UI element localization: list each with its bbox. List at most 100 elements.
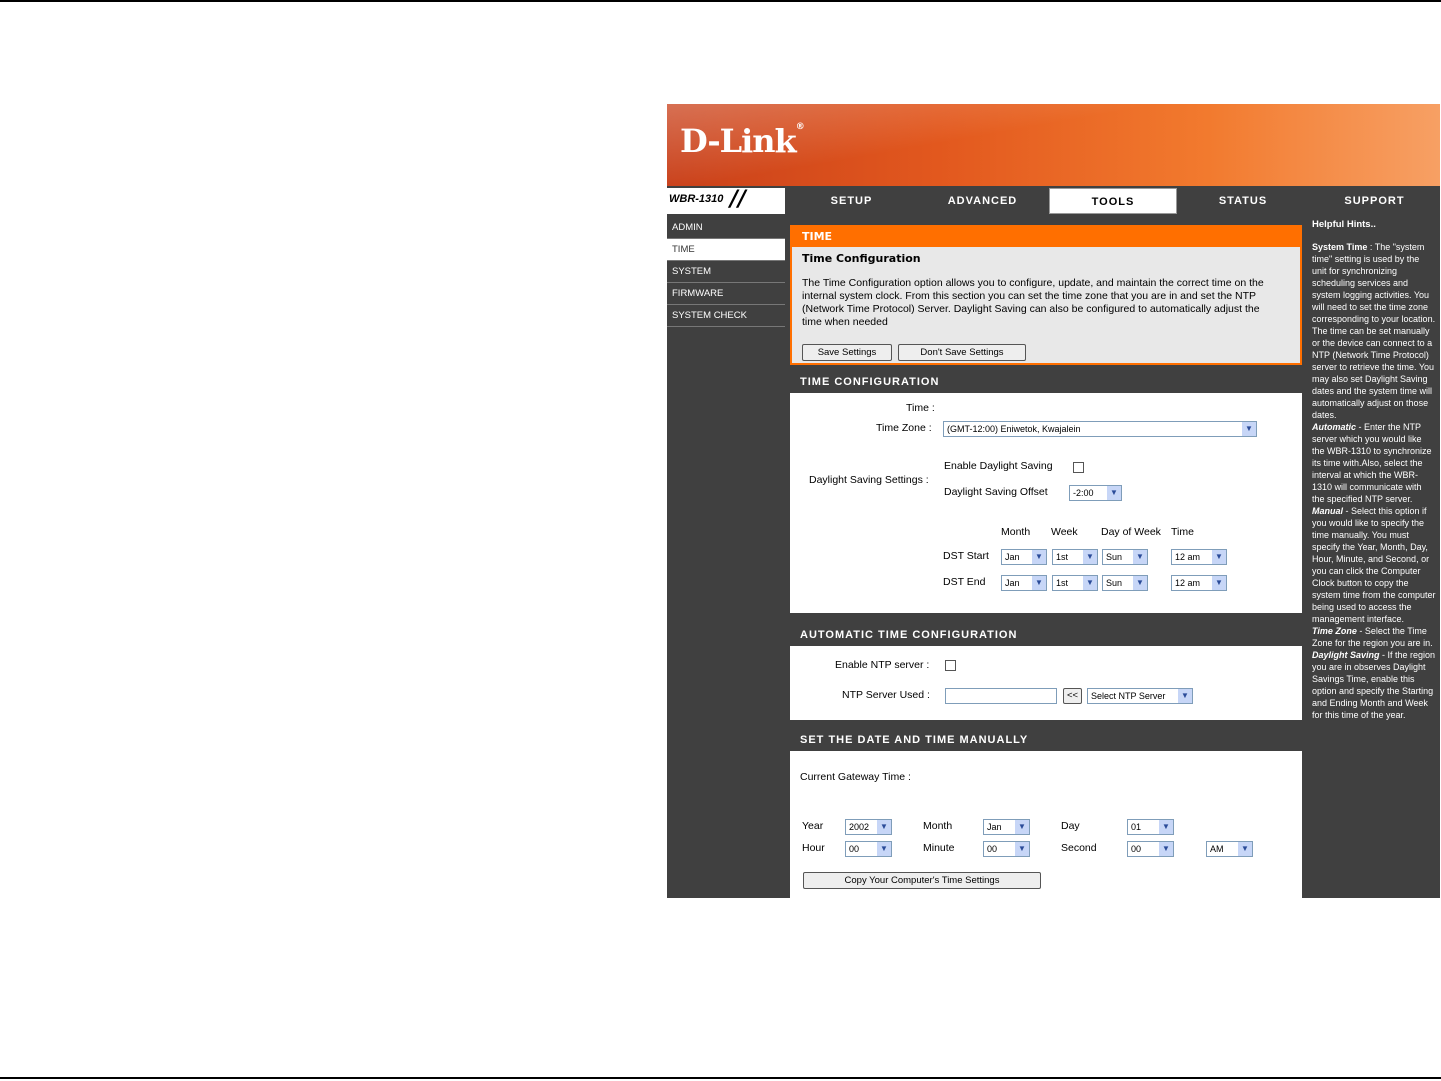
dst-start-week-select[interactable]: 1st ▼ [1052, 549, 1098, 565]
chevron-down-icon: ▼ [1107, 486, 1121, 500]
top-rule [0, 0, 1441, 2]
hint-dst-body: - If the region you are in observes Dayl… [1312, 650, 1436, 720]
dst-start-dow-select[interactable]: Sun ▼ [1102, 549, 1148, 565]
hint-automatic-head: Automatic [1312, 422, 1357, 432]
dont-save-settings-button[interactable]: Don't Save Settings [898, 344, 1026, 361]
chevron-down-icon: ▼ [1159, 820, 1173, 834]
dst-end-dow-select[interactable]: Sun ▼ [1102, 575, 1148, 591]
hint-system-time-body: : The "system time" setting is used by t… [1312, 242, 1436, 420]
hints-title: Helpful Hints.. [1312, 219, 1376, 230]
gateway-time-label: Current Gateway Time : [800, 771, 911, 783]
month-label: Month [923, 820, 953, 832]
dst-start-month-select[interactable]: Jan ▼ [1001, 549, 1047, 565]
chevron-down-icon: ▼ [1015, 820, 1029, 834]
bottom-rule [0, 1077, 1441, 1079]
chevron-down-icon: ▼ [1133, 576, 1147, 590]
select-value: 12 am [1175, 552, 1201, 562]
tab-setup[interactable]: SETUP [787, 188, 916, 214]
chevron-down-icon: ▼ [1238, 842, 1252, 856]
chevron-down-icon: ▼ [1032, 550, 1046, 564]
select-value: Jan [987, 822, 1002, 832]
intro-subtitle: Time Configuration [802, 252, 921, 265]
chevron-down-icon: ▼ [1032, 576, 1046, 590]
select-value: 1st [1056, 578, 1069, 588]
select-value: 00 [849, 844, 860, 854]
select-value: 00 [1131, 844, 1142, 854]
sidebar-item-firmware[interactable]: FIRMWARE [667, 283, 785, 305]
enable-ntp-label: Enable NTP server : [835, 659, 930, 671]
chevron-down-icon: ▼ [1015, 842, 1029, 856]
select-value: AM [1210, 844, 1224, 854]
year-select[interactable]: 2002 ▼ [845, 819, 892, 835]
model-badge: WBR-1310 // [667, 187, 785, 214]
select-value: 2002 [849, 822, 870, 832]
hint-automatic-body: - Enter the NTP server which you would l… [1312, 422, 1432, 504]
sidebar-item-system[interactable]: SYSTEM [667, 261, 785, 283]
dst-end-week-select[interactable]: 1st ▼ [1052, 575, 1098, 591]
dst-start-time-select[interactable]: 12 am ▼ [1171, 549, 1227, 565]
select-value: Jan [1005, 552, 1020, 562]
day-label: Day [1061, 820, 1080, 832]
hint-timezone-head: Time Zone [1312, 626, 1357, 636]
enable-ntp-checkbox[interactable] [945, 660, 956, 671]
dst-end-month-select[interactable]: Jan ▼ [1001, 575, 1047, 591]
time-zone-select[interactable]: (GMT-12:00) Eniwetok, Kwajalein ▼ [943, 421, 1257, 437]
manual-time-header: SET THE DATE AND TIME MANUALLY [790, 729, 1302, 751]
select-value: Sun [1106, 552, 1123, 562]
dst-end-time-select[interactable]: 12 am ▼ [1171, 575, 1227, 591]
time-config-panel: TIME CONFIGURATION Time : Time Zone : (G… [790, 371, 1302, 613]
auto-time-panel: AUTOMATIC TIME CONFIGURATION Enable NTP … [790, 624, 1302, 720]
chevron-down-icon: ▼ [1083, 576, 1097, 590]
chevron-down-icon: ▼ [1178, 689, 1192, 703]
time-zone-value: (GMT-12:00) Eniwetok, Kwajalein [947, 424, 1081, 434]
sidebar: ADMIN TIME SYSTEM FIRMWARE SYSTEM CHECK [667, 217, 785, 327]
manual-time-panel: SET THE DATE AND TIME MANUALLY Current G… [790, 729, 1302, 898]
dst-offset-select[interactable]: -2:00 ▼ [1069, 485, 1122, 501]
sidebar-item-system-check[interactable]: SYSTEM CHECK [667, 305, 785, 327]
chevron-down-icon: ▼ [1083, 550, 1097, 564]
tab-advanced[interactable]: ADVANCED [918, 188, 1047, 214]
ntp-server-input[interactable] [945, 688, 1057, 704]
enable-dst-checkbox[interactable] [1073, 462, 1084, 473]
select-ntp-server[interactable]: Select NTP Server ▼ [1087, 688, 1193, 704]
time-label: Time : [906, 402, 935, 414]
select-value: 00 [987, 844, 998, 854]
copy-computer-time-button[interactable]: Copy Your Computer's Time Settings [803, 872, 1041, 889]
select-value: Jan [1005, 578, 1020, 588]
chevron-down-icon: ▼ [1159, 842, 1173, 856]
col-month-label: Month [1001, 526, 1031, 538]
sidebar-item-time[interactable]: TIME [667, 239, 785, 261]
auto-time-header: AUTOMATIC TIME CONFIGURATION [790, 624, 1302, 646]
dst-offset-label: Daylight Saving Offset [944, 486, 1048, 498]
day-select[interactable]: 01 ▼ [1127, 819, 1174, 835]
tab-tools[interactable]: TOOLS [1049, 188, 1177, 214]
model-name: WBR-1310 [669, 193, 724, 205]
tab-status[interactable]: STATUS [1179, 188, 1307, 214]
second-select[interactable]: 00 ▼ [1127, 841, 1174, 857]
ampm-select[interactable]: AM ▼ [1206, 841, 1253, 857]
time-config-header: TIME CONFIGURATION [790, 371, 1302, 393]
select-value: Select NTP Server [1091, 691, 1166, 701]
chevron-down-icon: ▼ [1212, 550, 1226, 564]
save-settings-button[interactable]: Save Settings [802, 344, 892, 361]
minute-select[interactable]: 00 ▼ [983, 841, 1030, 857]
dst-start-label: DST Start [943, 550, 989, 562]
select-value: 01 [1131, 822, 1142, 832]
month-select[interactable]: Jan ▼ [983, 819, 1030, 835]
sidebar-item-admin[interactable]: ADMIN [667, 217, 785, 239]
ntp-copy-button[interactable]: << [1063, 688, 1082, 704]
col-week-label: Week [1051, 526, 1078, 538]
time-zone-label: Time Zone : [876, 422, 932, 434]
registered-mark: ® [795, 122, 805, 132]
hour-select[interactable]: 00 ▼ [845, 841, 892, 857]
year-label: Year [802, 820, 824, 832]
dst-offset-value: -2:00 [1073, 488, 1094, 498]
intro-panel: TIME Time Configuration The Time Configu… [790, 225, 1302, 365]
select-value: 1st [1056, 552, 1069, 562]
slashes-icon: // [730, 187, 747, 212]
minute-label: Minute [923, 842, 955, 854]
hint-manual-body: - Select this option if you would like t… [1312, 506, 1436, 624]
chevron-down-icon: ▼ [1212, 576, 1226, 590]
tab-support[interactable]: SUPPORT [1309, 188, 1440, 214]
dst-end-label: DST End [943, 576, 986, 588]
